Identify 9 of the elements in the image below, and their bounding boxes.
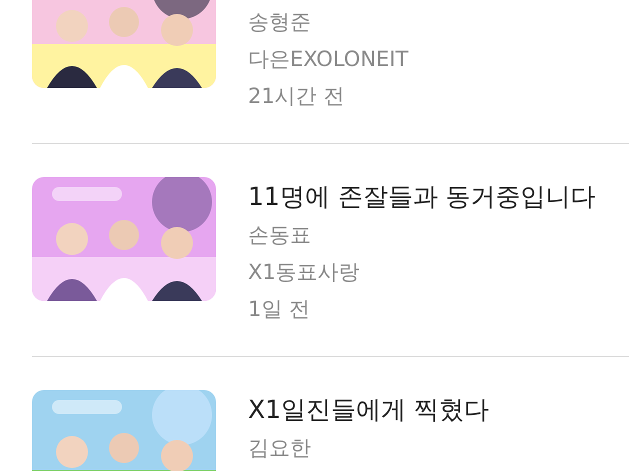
video-title[interactable]: 11명에 존잘들과 동거중입니다 (248, 177, 596, 217)
upload-time: 1일 전 (248, 296, 310, 323)
video-title[interactable]: X1일진들에게 찍혔다 (248, 390, 489, 430)
uploader-name: X1동표사랑 (248, 259, 360, 286)
upload-time: 21시간 전 (248, 83, 344, 110)
channel-name: 김요한 (248, 435, 311, 462)
channel-name: 손동표 (248, 222, 311, 249)
uploader-name: 다은EXOLONEIT (248, 46, 408, 73)
channel-name: 송형준 (248, 9, 311, 36)
